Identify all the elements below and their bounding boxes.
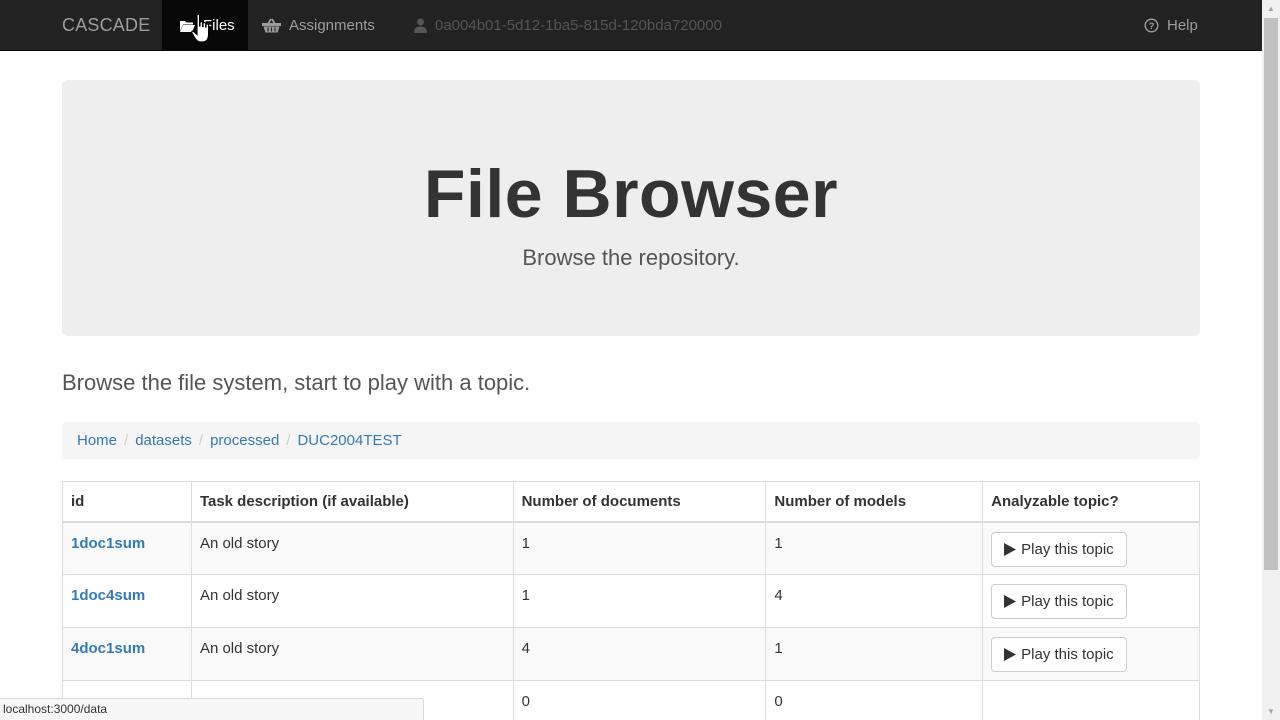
header-analyzable-topic: Analyzable topic? xyxy=(982,481,1200,523)
breadcrumb-separator: / xyxy=(198,432,204,449)
table-row: 4doc1sum An old story 4 1 Play this topi… xyxy=(62,627,1200,681)
scroll-down-arrow-icon[interactable]: ▼ xyxy=(1262,703,1280,720)
play-topic-label: Play this topic xyxy=(1021,540,1114,558)
header-number-of-models: Number of models xyxy=(765,481,984,523)
documents-count-cell: 1 xyxy=(512,574,767,628)
documents-count-cell: 1 xyxy=(512,521,767,575)
nav-user: 0a004b01-5d12-1ba5-815d-120bda720000 xyxy=(414,0,722,51)
documents-count-cell: 4 xyxy=(512,627,767,681)
nav-assignments-label: Assignments xyxy=(289,17,375,34)
play-topic-label: Play this topic xyxy=(1021,646,1114,663)
lead-text: Browse the file system, start to play wi… xyxy=(62,370,531,395)
breadcrumb-processed[interactable]: processed xyxy=(210,432,279,449)
table-row: 1doc1sum An old story 1 1 Play this topi… xyxy=(62,521,1200,575)
play-topic-button[interactable]: Play this topic xyxy=(991,531,1127,567)
breadcrumb-datasets[interactable]: datasets xyxy=(135,432,192,449)
breadcrumb-duc2004test[interactable]: DUC2004TEST xyxy=(297,432,401,449)
models-count-cell: 0 xyxy=(765,680,984,720)
play-topic-label: Play this topic xyxy=(1021,593,1114,610)
topics-table: id Task description (if available) Numbe… xyxy=(62,481,1200,720)
vertical-scrollbar[interactable]: ▲ ▼ xyxy=(1262,0,1280,720)
documents-count-cell: 0 xyxy=(512,680,767,720)
brand-logo[interactable]: CASCADE xyxy=(62,0,150,51)
models-count-cell: 1 xyxy=(765,521,984,575)
jumbotron: File Browser Browse the repository. xyxy=(62,80,1200,336)
play-icon xyxy=(1004,595,1017,608)
top-navbar: CASCADE Files Assignments 0a004b01-5d12-… xyxy=(0,0,1262,51)
breadcrumb-home[interactable]: Home xyxy=(77,432,117,449)
user-id-text: 0a004b01-5d12-1ba5-815d-120bda720000 xyxy=(435,17,722,34)
svg-text:?: ? xyxy=(1149,21,1155,32)
play-icon xyxy=(1004,542,1017,556)
play-topic-button[interactable]: Play this topic xyxy=(991,584,1127,619)
table-row: 1doc4sum An old story 1 4 Play this topi… xyxy=(62,574,1200,628)
page-title: File Browser xyxy=(423,156,839,232)
browser-status-bar: localhost:3000/data xyxy=(0,698,424,720)
action-cell xyxy=(982,680,1200,720)
topic-id-link[interactable]: 1doc1sum xyxy=(71,535,145,552)
task-description-cell: An old story xyxy=(190,521,514,575)
task-description-cell: An old story xyxy=(190,574,514,628)
models-count-cell: 4 xyxy=(765,574,984,628)
header-id: id xyxy=(62,481,192,523)
nav-help-label: Help xyxy=(1167,17,1198,34)
models-count-cell: 1 xyxy=(765,627,984,681)
nav-help[interactable]: ? Help xyxy=(1144,0,1198,51)
play-icon xyxy=(1004,648,1017,661)
scroll-up-arrow-icon[interactable]: ▲ xyxy=(1262,0,1280,17)
scrollbar-thumb[interactable] xyxy=(1264,18,1278,570)
question-circle-icon: ? xyxy=(1144,18,1159,33)
header-number-of-documents: Number of documents xyxy=(512,481,767,523)
table-header-row: id Task description (if available) Numbe… xyxy=(62,481,1200,523)
topic-id-link[interactable]: 1doc4sum xyxy=(71,587,145,604)
topic-id-link[interactable]: 4doc1sum xyxy=(71,640,145,657)
nav-assignments[interactable]: Assignments xyxy=(262,0,375,51)
breadcrumb-separator: / xyxy=(286,432,291,449)
basket-icon xyxy=(262,18,281,33)
breadcrumb: Home / datasets / processed / DUC2004TES… xyxy=(62,422,1200,459)
task-description-cell: An old story xyxy=(190,627,514,681)
hand-cursor-icon xyxy=(191,13,210,43)
page-subtitle: Browse the repository. xyxy=(522,245,740,270)
user-icon xyxy=(414,18,427,33)
header-task-description: Task description (if available) xyxy=(190,481,514,523)
breadcrumb-separator: / xyxy=(124,432,129,449)
play-topic-button[interactable]: Play this topic xyxy=(991,637,1127,672)
